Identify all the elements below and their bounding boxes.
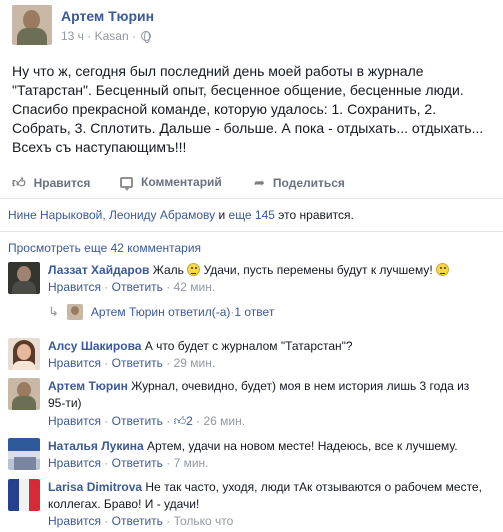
comment-reply-link[interactable]: Ответить bbox=[112, 280, 163, 294]
comment-reply-link[interactable]: Ответить bbox=[112, 456, 163, 470]
share-label: Поделиться bbox=[272, 176, 345, 190]
avatar bbox=[66, 304, 83, 320]
comment-likes-count[interactable]: 2 bbox=[186, 414, 193, 428]
comment-label: Комментарий bbox=[141, 175, 222, 189]
comment-meta: Нравится · Ответить · 29 мин. bbox=[48, 356, 216, 370]
thumbs-up-icon[interactable]: 👍︎ bbox=[174, 414, 187, 428]
comment-author[interactable]: Наталья Лукина bbox=[48, 439, 144, 453]
avatar[interactable] bbox=[8, 479, 40, 511]
comment-meta: Нравится · Ответить · Только что bbox=[48, 514, 234, 528]
comment-time[interactable]: 26 мин. bbox=[204, 414, 246, 428]
comment-time[interactable]: Только что bbox=[174, 514, 234, 528]
post-text: Ну что ж, сегодня был последний день мое… bbox=[12, 63, 484, 155]
comment-reply-link[interactable]: Ответить bbox=[112, 356, 163, 370]
comment-like-link[interactable]: Нравится bbox=[48, 414, 101, 428]
likers-more-link[interactable]: еще 145 bbox=[229, 208, 275, 222]
comment-time[interactable]: 7 мин. bbox=[174, 456, 209, 470]
avatar[interactable] bbox=[8, 262, 40, 294]
view-more-comments-link[interactable]: Просмотреть еще 42 комментария bbox=[8, 241, 201, 255]
comment-like-link[interactable]: Нравится bbox=[48, 356, 101, 370]
comment-like-link[interactable]: Нравится bbox=[48, 456, 101, 470]
share-button[interactable]: ➦ Поделиться bbox=[254, 175, 345, 191]
comment-body: Наталья Лукина Артем, удачи на новом мес… bbox=[48, 439, 458, 453]
replies-row[interactable]: ↳ Артем Тюрин ответил(-а) · 1 ответ bbox=[48, 302, 274, 322]
avatar[interactable] bbox=[8, 338, 40, 370]
reply-author[interactable]: Артем Тюрин bbox=[91, 305, 165, 319]
smiley-icon bbox=[436, 263, 450, 276]
post-header: Артем Тюрин 13 ч · Kasan · bbox=[12, 5, 492, 51]
avatar[interactable] bbox=[8, 378, 40, 410]
share-icon: ➦ bbox=[254, 175, 265, 190]
comment-button[interactable]: Комментарий bbox=[120, 175, 222, 191]
comment-reply-link[interactable]: Ответить bbox=[112, 414, 163, 428]
reply-count[interactable]: 1 ответ bbox=[234, 305, 274, 319]
thumbs-up-icon: 👍︎ bbox=[12, 175, 26, 190]
avatar[interactable] bbox=[8, 438, 40, 470]
reply-arrow-icon: ↳ bbox=[48, 304, 59, 319]
comment-author[interactable]: Larisa Dimitrova bbox=[48, 480, 142, 494]
likes-summary: Нине Нарыковой, Леониду Абрамову и еще 1… bbox=[8, 208, 354, 222]
comment-like-link[interactable]: Нравится bbox=[48, 514, 101, 528]
post-location[interactable]: Kasan bbox=[95, 29, 129, 43]
like-label: Нравится bbox=[33, 176, 91, 190]
comment-body: Лаззат Хайдаров Жаль Удачи, пусть переме… bbox=[48, 262, 496, 279]
comment-icon bbox=[120, 176, 133, 191]
divider bbox=[0, 231, 503, 232]
globe-icon[interactable] bbox=[141, 31, 152, 43]
author-name[interactable]: Артем Тюрин bbox=[61, 8, 154, 24]
comment-time[interactable]: 29 мин. bbox=[174, 356, 216, 370]
action-bar: 👍︎ Нравится Комментарий ➦ Поделиться bbox=[12, 172, 492, 192]
comment-meta: Нравится · Ответить · 42 мин. bbox=[48, 280, 216, 294]
post-meta: 13 ч · Kasan · bbox=[61, 29, 152, 43]
comment-like-link[interactable]: Нравится bbox=[48, 280, 101, 294]
comment-author[interactable]: Алсу Шакирова bbox=[48, 339, 141, 353]
like-button[interactable]: 👍︎ Нравится bbox=[12, 175, 90, 191]
reply-replied[interactable]: ответил(-а) bbox=[168, 305, 230, 319]
comment-time[interactable]: 42 мин. bbox=[174, 280, 216, 294]
comment-meta: Нравится · Ответить · 7 мин. bbox=[48, 456, 209, 470]
comment-body: Алсу Шакирова А что будет с журналом "Та… bbox=[48, 339, 353, 353]
comment-body: Larisa Dimitrova Не так часто, уходя, лю… bbox=[48, 480, 482, 511]
comment-meta: Нравится · Ответить · 👍︎2 · 26 мин. bbox=[48, 414, 246, 428]
likers-names[interactable]: Нине Нарыковой, Леониду Абрамову bbox=[8, 208, 215, 222]
comment-body: Артем Тюрин Журнал, очевидно, будет) моя… bbox=[48, 379, 470, 410]
comment-author[interactable]: Лаззат Хайдаров bbox=[48, 263, 149, 277]
comment-author[interactable]: Артем Тюрин bbox=[48, 379, 128, 393]
comment-reply-link[interactable]: Ответить bbox=[112, 514, 163, 528]
divider bbox=[0, 198, 503, 199]
post-time[interactable]: 13 ч bbox=[61, 29, 84, 43]
smiley-icon bbox=[187, 263, 201, 276]
author-avatar[interactable] bbox=[12, 5, 52, 45]
